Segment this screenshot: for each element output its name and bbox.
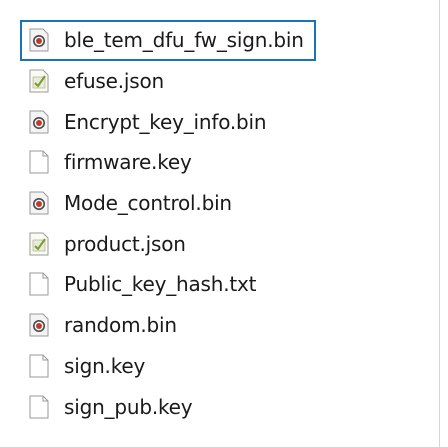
file-name: product.json xyxy=(64,231,186,256)
bin-file-icon xyxy=(28,109,50,135)
file-list: ble_tem_dfu_fw_sign.bin efuse.json Encry… xyxy=(20,20,316,427)
blank-file-icon xyxy=(28,271,50,297)
file-name: Encrypt_key_info.bin xyxy=(64,109,267,134)
file-item[interactable]: product.json xyxy=(20,223,316,264)
bin-file-icon xyxy=(28,312,50,338)
file-item[interactable]: sign_pub.key xyxy=(20,386,316,427)
file-name: firmware.key xyxy=(64,150,192,175)
file-list-panel: ble_tem_dfu_fw_sign.bin efuse.json Encry… xyxy=(0,0,440,447)
file-item[interactable]: sign.key xyxy=(20,346,316,387)
file-item[interactable]: random.bin xyxy=(20,305,316,346)
file-item[interactable]: Encrypt_key_info.bin xyxy=(20,101,316,142)
file-name: ble_tem_dfu_fw_sign.bin xyxy=(64,28,304,53)
file-item[interactable]: efuse.json xyxy=(20,61,316,102)
bin-file-icon xyxy=(28,27,50,53)
file-item[interactable]: firmware.key xyxy=(20,142,316,183)
file-item[interactable]: Mode_control.bin xyxy=(20,183,316,224)
json-file-icon xyxy=(28,231,50,257)
file-name: efuse.json xyxy=(64,69,164,94)
blank-file-icon xyxy=(28,394,50,420)
blank-file-icon xyxy=(28,149,50,175)
json-file-icon xyxy=(28,68,50,94)
file-name: sign.key xyxy=(64,353,146,378)
bin-file-icon xyxy=(28,190,50,216)
file-name: Mode_control.bin xyxy=(64,191,232,216)
file-name: Public_key_hash.txt xyxy=(64,272,257,297)
file-item[interactable]: ble_tem_dfu_fw_sign.bin xyxy=(20,20,316,61)
blank-file-icon xyxy=(28,353,50,379)
file-name: sign_pub.key xyxy=(64,394,193,419)
file-name: random.bin xyxy=(64,313,177,338)
file-item[interactable]: Public_key_hash.txt xyxy=(20,264,316,305)
